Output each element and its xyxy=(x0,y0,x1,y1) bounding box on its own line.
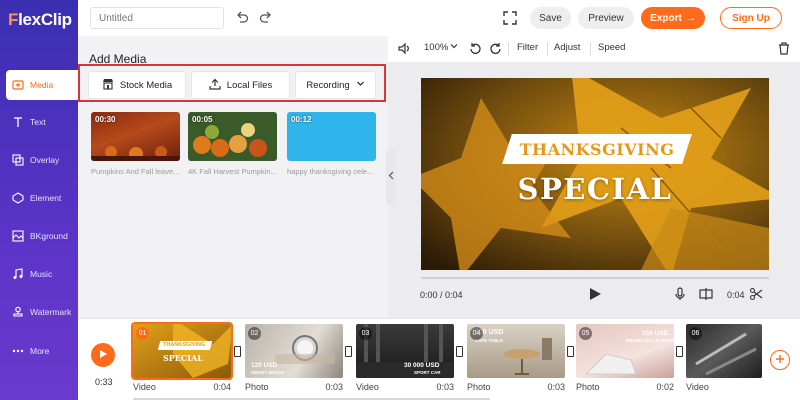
clip-type-label: Photo xyxy=(576,382,600,392)
transition-icon[interactable] xyxy=(676,346,683,357)
timeline-play-button[interactable] xyxy=(91,343,115,367)
play-icon[interactable] xyxy=(588,287,602,301)
timeline-clip[interactable]: 120 USD SMART WATCH 02 xyxy=(245,324,343,378)
upload-icon xyxy=(209,78,221,93)
sidebar-item-overlay[interactable]: Overlay xyxy=(6,145,76,175)
top-bar: Save Preview Export→ Sign Up xyxy=(78,0,800,36)
recording-dropdown[interactable]: Recording xyxy=(296,72,375,98)
preview-toolbar: 100% Filter Adjust Speed xyxy=(388,36,800,62)
transition-icon[interactable] xyxy=(234,346,241,357)
zoom-dropdown[interactable]: 100% xyxy=(424,42,458,53)
save-button[interactable]: Save xyxy=(530,7,571,29)
scissors-icon[interactable] xyxy=(749,287,763,301)
timeline-clip[interactable]: 300 USD CAFE TABLE 04 xyxy=(467,324,565,378)
element-icon xyxy=(12,192,24,204)
clip-type-label: Video xyxy=(133,382,156,392)
media-thumbnail[interactable]: 00:12 xyxy=(287,112,376,161)
signup-button[interactable]: Sign Up xyxy=(720,7,782,29)
adjust-button[interactable]: Adjust xyxy=(554,42,580,53)
current-time: 0:00 / 0:04 xyxy=(420,290,463,300)
sidebar-item-music[interactable]: Music xyxy=(6,259,76,289)
thumbnail-caption: Pumpkins And Fall leave... xyxy=(91,167,180,176)
transition-icon[interactable] xyxy=(456,346,463,357)
clip-duration: 0:03 xyxy=(325,382,343,392)
timeline: 0:33 THANKSGIVING SPECIAL 01 120 USD SMA… xyxy=(78,318,800,400)
chevron-left-icon xyxy=(388,171,394,183)
stock-media-button[interactable]: Stock Media xyxy=(89,72,185,98)
background-icon xyxy=(12,230,24,242)
export-button[interactable]: Export → xyxy=(641,7,705,29)
timeline-clip[interactable]: 06 xyxy=(686,324,762,378)
sidebar-item-watermark[interactable]: Watermark xyxy=(6,297,76,327)
timeline-clip[interactable]: 30 000 USD SPORT CAR 03 xyxy=(356,324,454,378)
media-thumbnail[interactable]: 00:05 xyxy=(188,112,277,161)
sidebar-item-media[interactable]: Media xyxy=(6,70,78,100)
collapse-panel-handle[interactable] xyxy=(386,150,396,204)
redo-icon[interactable] xyxy=(258,10,274,26)
total-time: 0:33 xyxy=(95,377,113,387)
transition-icon[interactable] xyxy=(345,346,352,357)
media-thumbnail[interactable]: 00:30 xyxy=(91,112,180,161)
preview-button[interactable]: Preview xyxy=(578,7,634,29)
trash-icon[interactable] xyxy=(778,42,790,55)
clip-type-label: Video xyxy=(686,382,709,392)
thumbnail-caption: 4K Fall Harvest Pumpkin... xyxy=(188,167,277,176)
fullscreen-icon[interactable] xyxy=(502,10,518,26)
music-icon xyxy=(12,268,24,280)
volume-icon[interactable] xyxy=(398,42,411,55)
chevron-down-icon xyxy=(450,42,458,53)
speed-button[interactable]: Speed xyxy=(598,42,625,53)
preview-area: 100% Filter Adjust Speed THANKSGIVING SP… xyxy=(388,36,800,318)
video-canvas[interactable]: THANKSGIVING SPECIAL xyxy=(421,78,769,270)
sidebar-item-text[interactable]: Text xyxy=(6,107,76,137)
chevron-down-icon xyxy=(356,79,365,91)
media-panel: Add Media Stock Media Local Files Record… xyxy=(78,36,388,318)
clip-type-label: Photo xyxy=(245,382,269,392)
toolbar-divider xyxy=(547,42,548,56)
filter-button[interactable]: Filter xyxy=(517,42,538,53)
play-icon xyxy=(98,349,108,362)
timeline-clip[interactable]: THANKSGIVING SPECIAL 01 xyxy=(133,324,231,378)
media-icon xyxy=(12,79,24,91)
clip-duration: 0:04 xyxy=(213,382,231,392)
more-icon xyxy=(12,345,24,357)
rotate-right-icon[interactable] xyxy=(489,42,502,55)
clip-duration: 0:02 xyxy=(656,382,674,392)
canvas-subtitle: SPECIAL xyxy=(517,172,673,206)
sidebar-item-background[interactable]: BKground xyxy=(6,221,76,251)
text-icon xyxy=(12,116,24,128)
arrow-right-icon: → xyxy=(685,12,696,24)
end-time: 0:04 xyxy=(727,290,745,300)
canvas-title: THANKSGIVING xyxy=(519,139,675,159)
sidebar-item-element[interactable]: Element xyxy=(6,183,76,213)
overlay-icon xyxy=(12,154,24,166)
clip-type-label: Photo xyxy=(467,382,491,392)
app-logo[interactable]: FlexClip xyxy=(8,10,72,30)
playback-progress-bar[interactable] xyxy=(421,277,769,279)
add-clip-button[interactable] xyxy=(770,350,790,370)
toolbar-divider xyxy=(508,42,509,56)
microphone-icon[interactable] xyxy=(673,287,687,301)
split-icon[interactable] xyxy=(699,287,713,301)
rotate-left-icon[interactable] xyxy=(469,42,482,55)
clip-duration: 0:03 xyxy=(547,382,565,392)
clip-duration: 0:03 xyxy=(436,382,454,392)
store-icon xyxy=(102,78,114,93)
clip-type-label: Video xyxy=(356,382,379,392)
sidebar: FlexClip Media Text Overlay Element BKgr… xyxy=(0,0,78,400)
watermark-icon xyxy=(12,306,24,318)
plus-icon xyxy=(775,354,785,367)
thumbnail-caption: happy thanksgiving cele... xyxy=(287,167,374,176)
transition-icon[interactable] xyxy=(567,346,574,357)
undo-icon[interactable] xyxy=(234,10,250,26)
project-title-input[interactable] xyxy=(90,7,224,29)
local-files-button[interactable]: Local Files xyxy=(192,72,289,98)
toolbar-divider xyxy=(590,42,591,56)
sidebar-item-more[interactable]: More xyxy=(6,336,76,366)
timeline-clip[interactable]: 150 USD BRAND COLLECTION 05 xyxy=(576,324,674,378)
